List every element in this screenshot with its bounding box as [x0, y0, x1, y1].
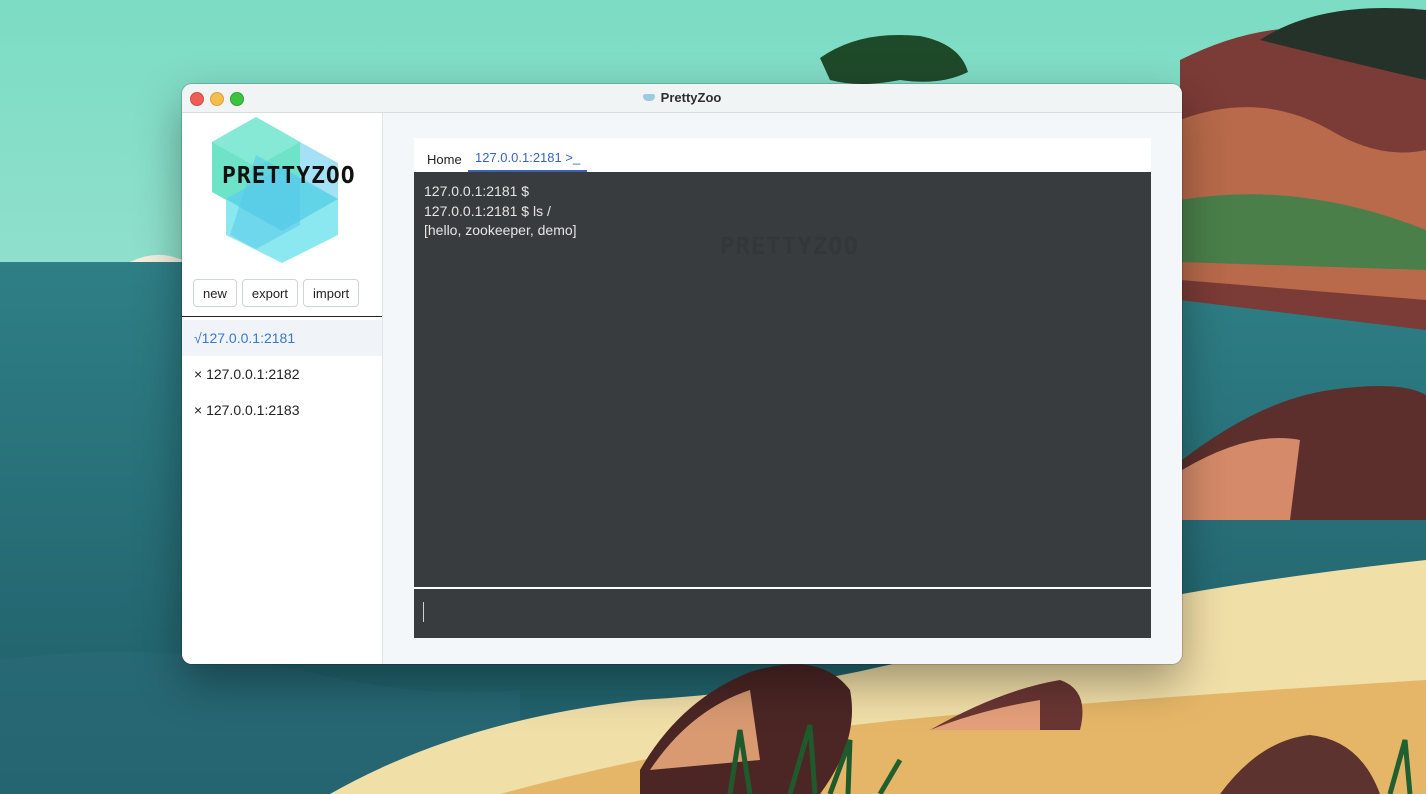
server-item-2182[interactable]: × 127.0.0.1:2182 — [182, 356, 382, 392]
tab-bar: Home 127.0.0.1:2181 >_ — [414, 138, 1151, 172]
tab-terminal-2181[interactable]: 127.0.0.1:2181 >_ — [468, 150, 588, 172]
sidebar-divider — [182, 316, 382, 317]
tab-home[interactable]: Home — [427, 152, 462, 174]
new-button[interactable]: new — [193, 279, 237, 307]
terminal-watermark: PRETTYZOO — [720, 232, 860, 260]
title-bar: PrettyZoo — [182, 84, 1182, 113]
server-item-2183[interactable]: × 127.0.0.1:2183 — [182, 392, 382, 428]
window-title-text: PrettyZoo — [660, 90, 722, 105]
server-list: √127.0.0.1:2181 × 127.0.0.1:2182 × 127.0… — [182, 320, 382, 428]
export-button[interactable]: export — [241, 279, 298, 307]
terminal-line: [hello, zookeeper, demo] — [424, 222, 577, 238]
prettyzoo-logo: PRETTYZOO — [210, 115, 380, 263]
terminal-output: PRETTYZOO 127.0.0.1:2181 $ 127.0.0.1:218… — [414, 172, 1151, 587]
app-icon — [642, 94, 655, 101]
sidebar-action-buttons: new export import — [193, 279, 360, 307]
import-button[interactable]: import — [303, 279, 360, 307]
window-title: PrettyZoo — [182, 90, 1182, 105]
logo-text: PRETTYZOO — [222, 163, 356, 189]
terminal-line: 127.0.0.1:2181 $ — [424, 183, 530, 199]
terminal-line: 127.0.0.1:2181 $ ls / — [424, 203, 551, 219]
server-item-2181[interactable]: √127.0.0.1:2181 — [182, 320, 382, 356]
command-input[interactable] — [414, 589, 1151, 638]
sidebar: PRETTYZOO new export import √127.0.0.1:2… — [182, 113, 383, 664]
text-caret — [423, 602, 424, 622]
main-panel: Home 127.0.0.1:2181 >_ PRETTYZOO 127.0.0… — [414, 138, 1151, 638]
app-window: PrettyZoo PRETTYZOO new export import √1… — [182, 84, 1182, 664]
